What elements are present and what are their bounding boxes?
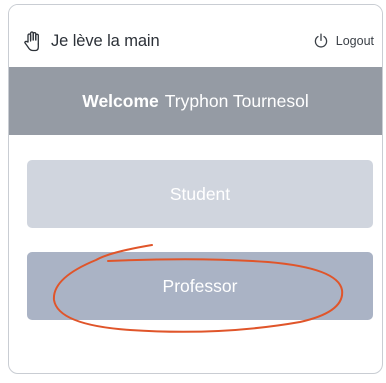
top-bar: Je lève la main Logout xyxy=(9,5,382,67)
welcome-banner: Welcome Tryphon Tournesol xyxy=(9,67,382,135)
power-icon xyxy=(313,33,329,49)
student-button[interactable]: Student xyxy=(27,160,373,228)
professor-button-label: Professor xyxy=(162,275,238,296)
welcome-greeting: Welcome xyxy=(82,90,159,111)
app-brand: Je lève la main xyxy=(23,29,160,53)
user-name: Tryphon Tournesol xyxy=(164,90,309,111)
professor-button[interactable]: Professor xyxy=(27,252,373,320)
logout-label: Logout xyxy=(335,34,374,48)
app-title: Je lève la main xyxy=(51,31,160,50)
student-button-label: Student xyxy=(169,183,231,204)
app-screen: Je lève la main Logout Welcome Tryphon T… xyxy=(8,4,383,374)
logout-button[interactable]: Logout xyxy=(313,29,374,53)
raised-hand-icon xyxy=(23,30,45,52)
